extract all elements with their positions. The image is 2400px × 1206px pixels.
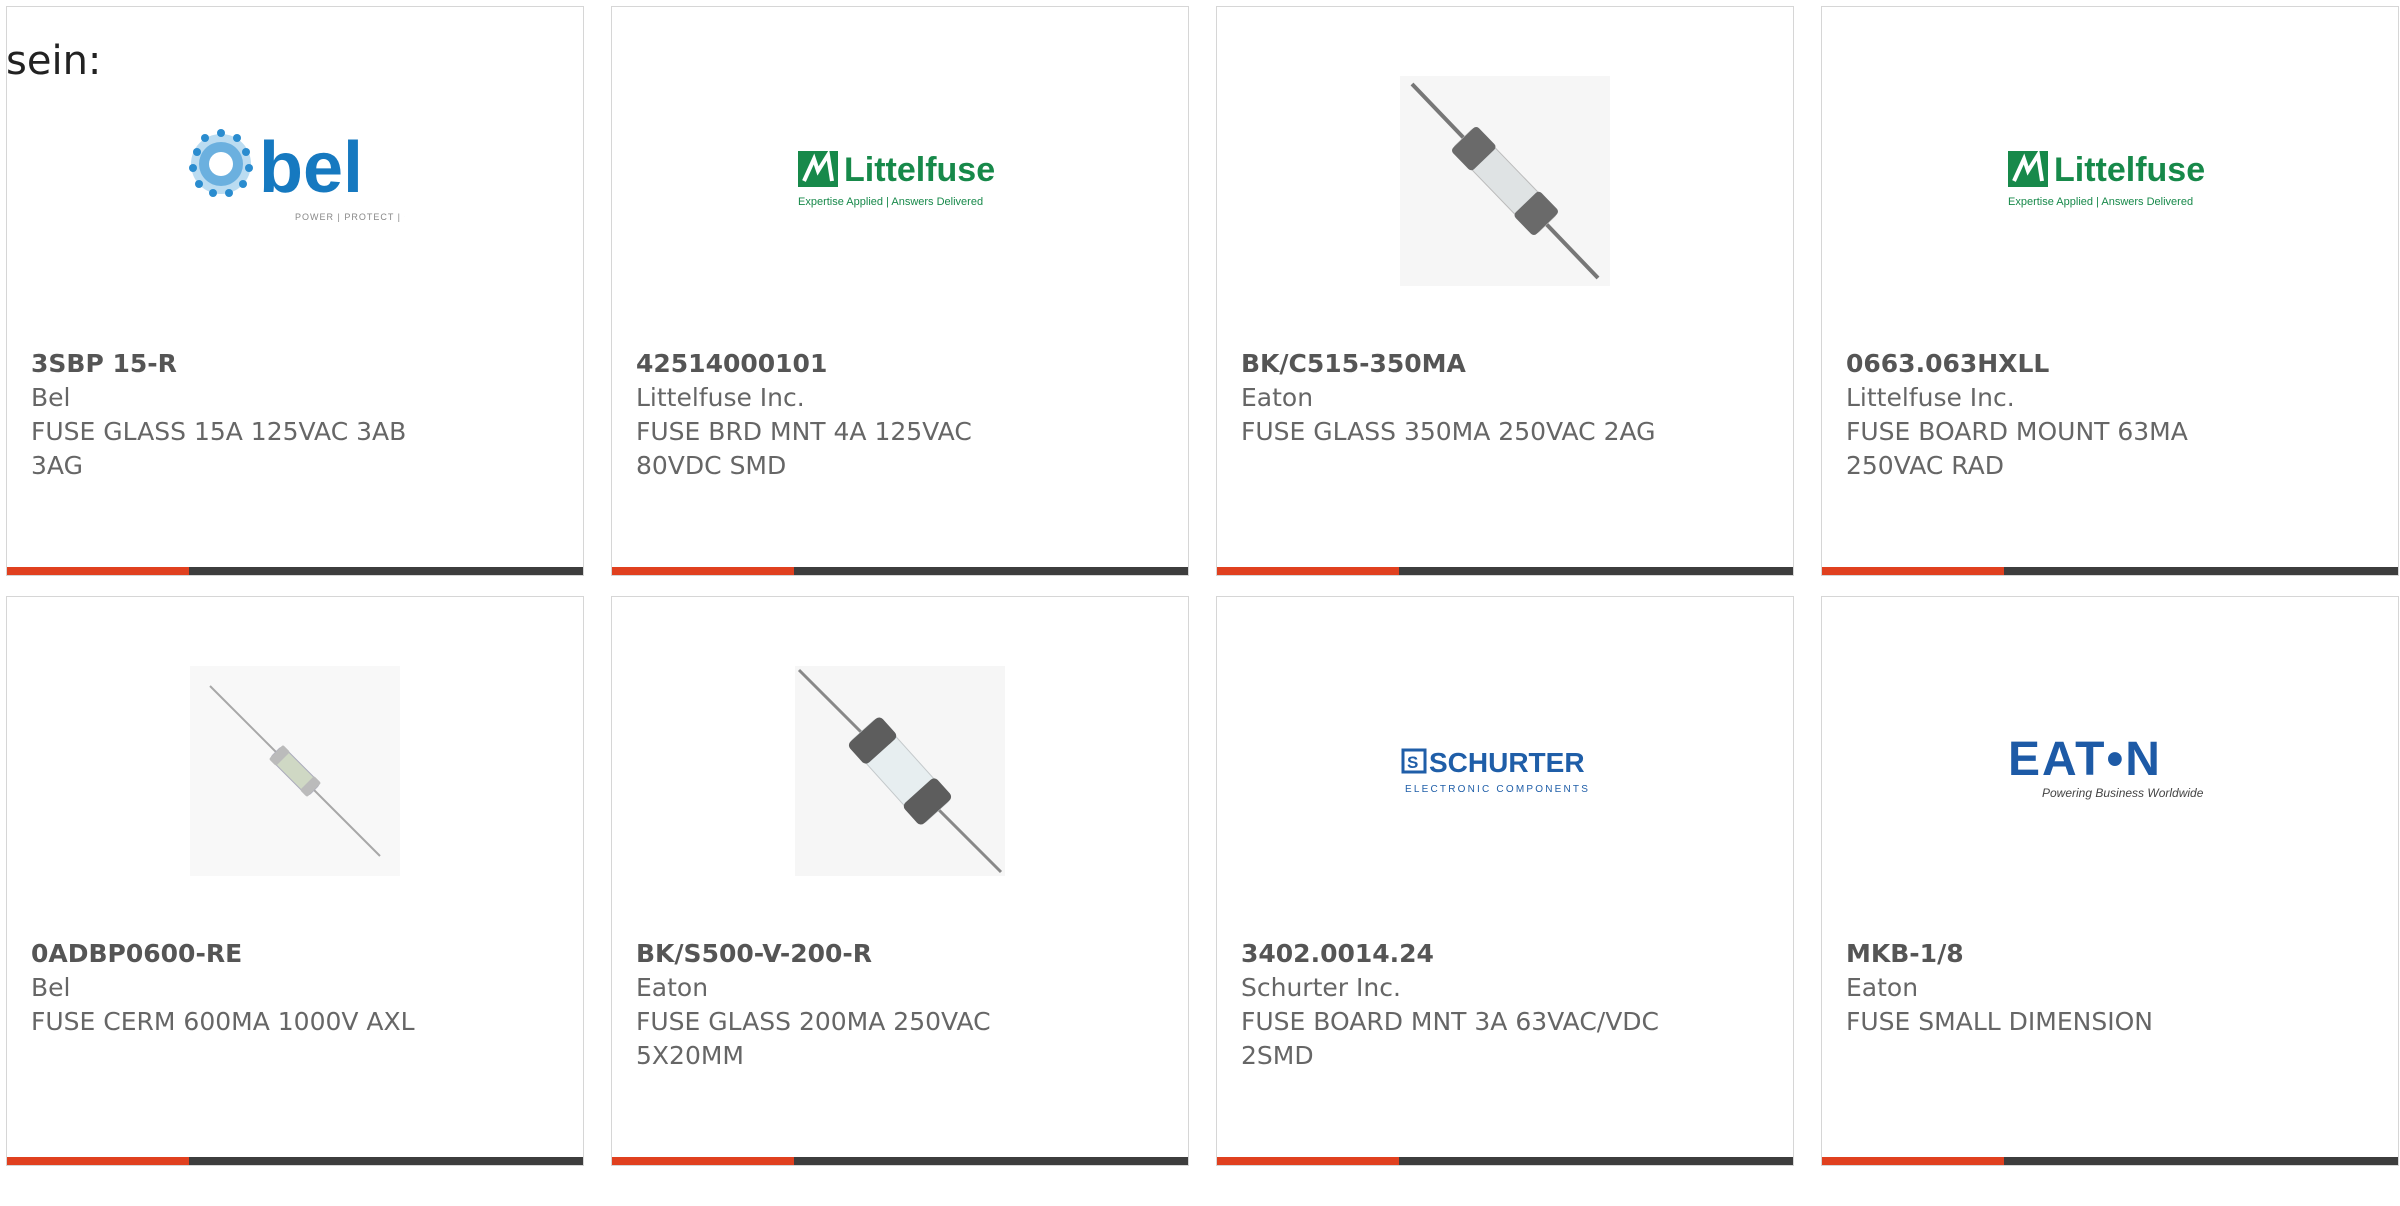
svg-text:S: S	[1407, 753, 1418, 772]
eaton-tagline: Powering Business Worldwide	[2042, 786, 2204, 800]
product-image: bel POWER | PROTECT | CONNECT	[7, 65, 583, 297]
description-line: 250VAC RAD	[1846, 451, 2004, 480]
manufacturer: Eaton	[1846, 973, 1919, 1002]
part-number[interactable]: BK/C515-350MA	[1241, 347, 1773, 381]
product-card[interactable]: BK/C515-350MA Eaton FUSE GLASS 350MA 250…	[1216, 6, 1794, 576]
manufacturer: Eaton	[636, 973, 709, 1002]
card-bottom-bar	[612, 567, 1188, 575]
schurter-wordmark: SCHURTER	[1429, 747, 1585, 778]
product-image: EAT•N Powering Business Worldwide	[1822, 655, 2398, 887]
littelfuse-logo: Littelfuse Expertise Applied | Answers D…	[2008, 149, 2205, 208]
description-line: FUSE BRD MNT 4A 125VAC	[636, 417, 972, 446]
product-card[interactable]: S SCHURTER ELECTRONIC COMPONENTS 3402.00…	[1216, 596, 1794, 1166]
product-image	[1217, 65, 1793, 297]
card-accent	[612, 1157, 794, 1165]
card-bottom-bar	[7, 567, 583, 575]
manufacturer: Eaton	[1241, 383, 1314, 412]
description-line: 3AG	[31, 451, 83, 480]
part-number[interactable]: 3402.0014.24	[1241, 937, 1773, 971]
manufacturer: Littelfuse Inc.	[1846, 383, 2015, 412]
bel-logo: bel POWER | PROTECT | CONNECT	[189, 128, 405, 222]
product-info: BK/S500-V-200-R Eaton FUSE GLASS 200MA 2…	[636, 937, 1168, 1073]
product-image: Littelfuse Expertise Applied | Answers D…	[612, 65, 1188, 297]
littelfuse-wordmark: Littelfuse	[2054, 151, 2205, 189]
manufacturer: Bel	[31, 383, 71, 412]
card-bottom-bar	[612, 1157, 1188, 1165]
description-line: FUSE GLASS 350MA 250VAC 2AG	[1241, 417, 1656, 446]
intro-text: sein:	[6, 38, 102, 84]
card-bottom-bar	[1217, 1157, 1793, 1165]
littelfuse-tagline: Expertise Applied | Answers Delivered	[798, 196, 983, 208]
product-card[interactable]: Littelfuse Expertise Applied | Answers D…	[611, 6, 1189, 576]
eaton-logo: EAT•N Powering Business Worldwide	[2008, 733, 2204, 800]
card-accent	[1217, 1157, 1399, 1165]
card-accent	[1822, 1157, 2004, 1165]
card-bottom-bar	[1822, 1157, 2398, 1165]
product-image	[612, 655, 1188, 887]
product-card[interactable]: EAT•N Powering Business Worldwide MKB-1/…	[1821, 596, 2399, 1166]
part-number[interactable]: BK/S500-V-200-R	[636, 937, 1168, 971]
card-bottom-bar	[1822, 567, 2398, 575]
description-line: FUSE SMALL DIMENSION	[1846, 1007, 2153, 1036]
schurter-tagline: ELECTRONIC COMPONENTS	[1405, 784, 1590, 795]
fuse-photo	[1400, 76, 1610, 286]
part-number[interactable]: 3SBP 15-R	[31, 347, 563, 381]
product-card[interactable]: BK/S500-V-200-R Eaton FUSE GLASS 200MA 2…	[611, 596, 1189, 1166]
description-line: FUSE GLASS 200MA 250VAC	[636, 1007, 991, 1036]
product-info: BK/C515-350MA Eaton FUSE GLASS 350MA 250…	[1241, 347, 1773, 449]
manufacturer: Schurter Inc.	[1241, 973, 1401, 1002]
part-number[interactable]: 0ADBP0600-RE	[31, 937, 563, 971]
product-image: S SCHURTER ELECTRONIC COMPONENTS	[1217, 655, 1793, 887]
product-grid: bel POWER | PROTECT | CONNECT 3SBP 15-R …	[6, 6, 2400, 1206]
description-line: 5X20MM	[636, 1041, 744, 1070]
card-accent	[7, 567, 189, 575]
schurter-logo: S SCHURTER ELECTRONIC COMPONENTS	[1401, 747, 1590, 795]
part-number[interactable]: MKB-1/8	[1846, 937, 2378, 971]
description-line: 80VDC SMD	[636, 451, 787, 480]
card-accent	[1822, 567, 2004, 575]
manufacturer: Littelfuse Inc.	[636, 383, 805, 412]
bel-tagline: POWER | PROTECT | CONNECT	[295, 212, 405, 222]
product-info: 0ADBP0600-RE Bel FUSE CERM 600MA 1000V A…	[31, 937, 563, 1039]
product-card[interactable]: bel POWER | PROTECT | CONNECT 3SBP 15-R …	[6, 6, 584, 576]
littelfuse-wordmark: Littelfuse	[844, 151, 995, 189]
product-card[interactable]: Littelfuse Expertise Applied | Answers D…	[1821, 6, 2399, 576]
littelfuse-logo: Littelfuse Expertise Applied | Answers D…	[798, 149, 995, 208]
card-accent	[612, 567, 794, 575]
card-bottom-bar	[7, 1157, 583, 1165]
part-number[interactable]: 0663.063HXLL	[1846, 347, 2378, 381]
bel-wordmark: bel	[259, 128, 363, 208]
description-line: FUSE BOARD MOUNT 63MA	[1846, 417, 2188, 446]
fuse-photo	[795, 666, 1005, 876]
eaton-wordmark: EAT•N	[2008, 733, 2162, 786]
product-image: Littelfuse Expertise Applied | Answers D…	[1822, 65, 2398, 297]
description-line: FUSE GLASS 15A 125VAC 3AB	[31, 417, 407, 446]
product-image	[7, 655, 583, 887]
littelfuse-tagline: Expertise Applied | Answers Delivered	[2008, 196, 2193, 208]
product-info: 3SBP 15-R Bel FUSE GLASS 15A 125VAC 3AB …	[31, 347, 563, 483]
product-info: 3402.0014.24 Schurter Inc. FUSE BOARD MN…	[1241, 937, 1773, 1073]
product-info: MKB-1/8 Eaton FUSE SMALL DIMENSION	[1846, 937, 2378, 1039]
product-card[interactable]: 0ADBP0600-RE Bel FUSE CERM 600MA 1000V A…	[6, 596, 584, 1166]
card-accent	[1217, 567, 1399, 575]
manufacturer: Bel	[31, 973, 71, 1002]
product-info: 0663.063HXLL Littelfuse Inc. FUSE BOARD …	[1846, 347, 2378, 483]
description-line: FUSE BOARD MNT 3A 63VAC/VDC	[1241, 1007, 1660, 1036]
description-line: FUSE CERM 600MA 1000V AXL	[31, 1007, 415, 1036]
product-info: 42514000101 Littelfuse Inc. FUSE BRD MNT…	[636, 347, 1168, 483]
part-number[interactable]: 42514000101	[636, 347, 1168, 381]
card-accent	[7, 1157, 189, 1165]
fuse-photo	[190, 666, 400, 876]
card-bottom-bar	[1217, 567, 1793, 575]
description-line: 2SMD	[1241, 1041, 1314, 1070]
